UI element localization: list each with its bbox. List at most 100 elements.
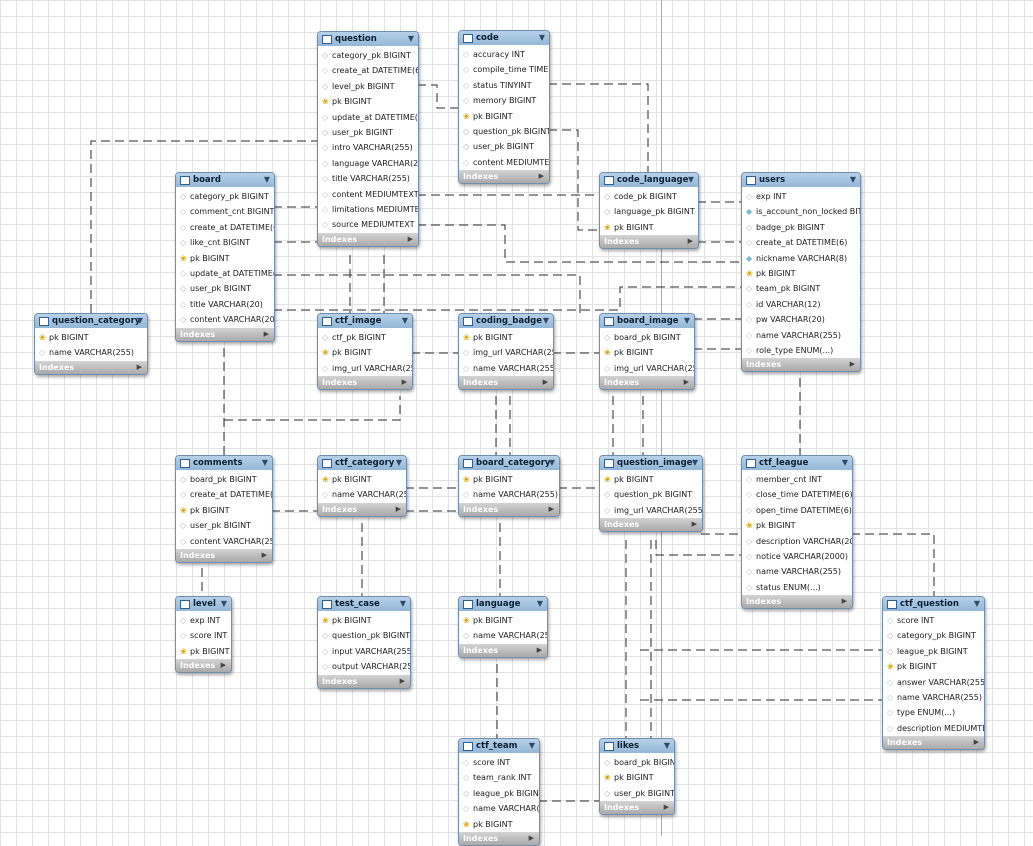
table-header[interactable]: ctf_category ▼ bbox=[318, 456, 406, 470]
column-row[interactable]: ◇ category_pk BIGINT bbox=[176, 189, 274, 204]
table-header[interactable]: code ▼ bbox=[459, 31, 549, 45]
column-row[interactable]: ◇ score INT bbox=[883, 613, 984, 628]
table-level[interactable]: level ▼ ◇ exp INT ◇ score INT ❀ pk BIGINT Indexe… bbox=[175, 596, 232, 674]
column-row[interactable]: ◇name VARCHAR(255) bbox=[318, 487, 406, 502]
column-row[interactable]: ◇img_url VARCHAR(255) bbox=[600, 361, 694, 376]
expand-arrow-icon[interactable]: ▶ bbox=[850, 358, 855, 371]
table-header[interactable]: board ▼ bbox=[176, 173, 274, 187]
column-row[interactable]: ◇ open_time DATETIME(6) bbox=[742, 503, 852, 518]
collapse-arrow-icon[interactable]: ▼ bbox=[688, 173, 694, 187]
table-board[interactable]: board ▼ ◇ category_pk BIGINT ◇ comment_cnt BI… bbox=[175, 172, 275, 342]
column-row[interactable]: ◇ board_pk BIGINT bbox=[600, 330, 694, 345]
column-row[interactable]: ◇ create_at DATETIME(6) bbox=[318, 63, 418, 78]
column-row[interactable]: ◇limitations MEDIUMTEXT bbox=[318, 202, 418, 217]
table-header[interactable]: users ▼ bbox=[742, 173, 860, 187]
column-row[interactable]: ◇ language_pk BIGINT bbox=[600, 204, 698, 219]
column-row[interactable]: ◇ league_pk BIGINT bbox=[883, 644, 984, 659]
column-row[interactable]: ❀ pk BIGINT bbox=[742, 518, 852, 533]
column-row[interactable]: ◇ intro VARCHAR(255) bbox=[318, 140, 418, 155]
indexes-section[interactable]: Indexes ▶ bbox=[318, 674, 410, 688]
column-row[interactable]: ◇ id VARCHAR(12) bbox=[742, 297, 860, 312]
table-question-image[interactable]: question_image ▼ ❀ pk BIGINT ◇ question_pk BI… bbox=[599, 455, 703, 533]
table-header[interactable]: ctf_team ▼ bbox=[459, 739, 539, 753]
column-row[interactable]: ❀ pk BIGINT bbox=[318, 94, 418, 109]
expand-arrow-icon[interactable]: ▶ bbox=[664, 801, 669, 814]
collapse-arrow-icon[interactable]: ▼ bbox=[137, 314, 143, 328]
column-row[interactable]: ◆ nickname VARCHAR(8) bbox=[742, 251, 860, 266]
table-ctf-image[interactable]: ctf_image ▼ ◇ ctf_pk BIGINT ❀ pk BIGINT ◇ img_u… bbox=[317, 313, 413, 391]
expand-arrow-icon[interactable]: ▶ bbox=[402, 376, 407, 389]
collapse-arrow-icon[interactable]: ▼ bbox=[408, 32, 414, 46]
column-row[interactable]: ◇ role_type ENUM(...) bbox=[742, 343, 860, 358]
collapse-arrow-icon[interactable]: ▼ bbox=[529, 739, 535, 753]
column-row[interactable]: ◇name VARCHAR(255) bbox=[459, 628, 547, 643]
column-row[interactable]: ◇ status TINYINT bbox=[459, 78, 549, 93]
table-header[interactable]: test_case ▼ bbox=[318, 597, 410, 611]
indexes-section[interactable]: Indexes ▶ bbox=[600, 376, 694, 390]
column-row[interactable]: ◇ board_pk BIGINT bbox=[176, 472, 272, 487]
column-row[interactable]: ◇ user_pk BIGINT bbox=[459, 139, 549, 154]
column-row[interactable]: ❀ pk BIGINT bbox=[176, 503, 272, 518]
expand-arrow-icon[interactable]: ▶ bbox=[539, 170, 544, 183]
column-row[interactable]: ◇img_url VARCHAR(255) bbox=[600, 503, 702, 518]
table-header[interactable]: level ▼ bbox=[176, 597, 231, 611]
table-ctf-category[interactable]: ctf_category▼❀pk BIGINT◇name VARCHAR(255… bbox=[317, 455, 407, 517]
column-row[interactable]: ◇ user_pk BIGINT bbox=[600, 786, 674, 801]
column-row[interactable]: ◇ input VARCHAR(255) bbox=[318, 644, 410, 659]
column-row[interactable]: ◇name VARCHAR(255) bbox=[742, 564, 852, 579]
column-row[interactable]: ❀ pk BIGINT bbox=[883, 659, 984, 674]
column-row[interactable]: ◇ status ENUM(...) bbox=[742, 580, 852, 595]
collapse-arrow-icon[interactable]: ▼ bbox=[974, 597, 980, 611]
collapse-arrow-icon[interactable]: ▼ bbox=[539, 31, 545, 45]
table-coding-badge[interactable]: coding_badge ▼ ❀ pk BIGINT ◇ img_url VARCHAR(… bbox=[458, 313, 554, 391]
column-row[interactable]: ◇ source MEDIUMTEXT bbox=[318, 217, 418, 232]
collapse-arrow-icon[interactable]: ▼ bbox=[664, 739, 670, 753]
column-row[interactable]: ◇ create_at DATETIME(6) bbox=[176, 487, 272, 502]
column-row[interactable]: ◇ compile_time TIME bbox=[459, 62, 549, 77]
column-row[interactable]: ◇ close_time DATETIME(6) bbox=[742, 487, 852, 502]
indexes-section[interactable]: Indexes ▶ bbox=[176, 327, 274, 341]
collapse-arrow-icon[interactable]: ▼ bbox=[684, 314, 690, 328]
expand-arrow-icon[interactable]: ▶ bbox=[262, 549, 267, 562]
column-row[interactable]: ◇ title VARCHAR(20) bbox=[176, 297, 274, 312]
table-header[interactable]: language ▼ bbox=[459, 597, 547, 611]
column-row[interactable]: ❀ pk BIGINT bbox=[35, 330, 147, 345]
column-row[interactable]: ◇content MEDIUMTEXT bbox=[318, 187, 418, 202]
column-row[interactable]: ◇ team_pk BIGINT bbox=[742, 281, 860, 296]
table-ctf-league[interactable]: ctf_league ▼ ◇ member_cnt INT ◇ close_time DA… bbox=[741, 455, 853, 610]
column-row[interactable]: ❀ pk BIGINT bbox=[459, 472, 559, 487]
table-ctf-question[interactable]: ctf_question ▼ ◇ score INT ◇ category_pk BIGI… bbox=[882, 596, 985, 751]
column-row[interactable]: ◇ category_pk BIGINT bbox=[883, 628, 984, 643]
expand-arrow-icon[interactable]: ▶ bbox=[549, 503, 554, 516]
indexes-section[interactable]: Indexes ▶ bbox=[318, 376, 412, 390]
column-row[interactable]: ◇ create_at DATETIME(6) bbox=[176, 220, 274, 235]
column-row[interactable]: ◇ comment_cnt BIGINT bbox=[176, 204, 274, 219]
expand-arrow-icon[interactable]: ▶ bbox=[692, 518, 697, 531]
column-row[interactable]: ❀ pk BIGINT bbox=[600, 345, 694, 360]
column-row[interactable]: ◇ answer VARCHAR(255) bbox=[883, 675, 984, 690]
column-row[interactable]: ◇ question_pk BIGINT bbox=[318, 628, 410, 643]
column-row[interactable]: ◆is_account_non_locked BIT(1) bbox=[742, 204, 860, 219]
column-row[interactable]: ◇name VARCHAR(255) bbox=[35, 345, 147, 360]
column-row[interactable]: ◇name VARCHAR(255) bbox=[742, 328, 860, 343]
indexes-section[interactable]: Indexes ▶ bbox=[600, 801, 674, 815]
indexes-section[interactable]: Indexes ▶ bbox=[318, 232, 418, 246]
column-row[interactable]: ◇ user_pk BIGINT bbox=[176, 518, 272, 533]
table-ctf-team[interactable]: ctf_team ▼ ◇ score INT ◇ team_rank INT ◇ league… bbox=[458, 738, 540, 846]
column-row[interactable]: ◇name VARCHAR(255) bbox=[459, 361, 553, 376]
table-header[interactable]: ctf_league ▼ bbox=[742, 456, 852, 470]
indexes-section[interactable]: Indexes ▶ bbox=[459, 502, 559, 516]
table-header[interactable]: ctf_question ▼ bbox=[883, 597, 984, 611]
table-question-category[interactable]: question_category ▼ ❀ pk BIGINT ◇ name VARCHA… bbox=[34, 313, 148, 375]
expand-arrow-icon[interactable]: ▶ bbox=[974, 736, 979, 749]
column-row[interactable]: ◇content MEDIUMTEXT bbox=[459, 155, 549, 170]
column-row[interactable]: ◇ level_pk BIGINT bbox=[318, 79, 418, 94]
column-row[interactable]: ❀ pk BIGINT bbox=[600, 472, 702, 487]
table-code-language[interactable]: code_language ▼ ◇ code_pk BIGINT ◇ language_p… bbox=[599, 172, 699, 250]
column-row[interactable]: ◇name VARCHAR(255) bbox=[883, 690, 984, 705]
collapse-arrow-icon[interactable]: ▼ bbox=[549, 456, 555, 470]
column-row[interactable]: ◇ notice VARCHAR(2000) bbox=[742, 549, 852, 564]
table-code[interactable]: code ▼ ◇ accuracy INT ◇ compile_time TIME ◇ sta… bbox=[458, 30, 550, 185]
column-row[interactable]: ◇name VARCHAR(255) bbox=[459, 487, 559, 502]
indexes-section[interactable]: Indexes ▶ bbox=[459, 376, 553, 390]
